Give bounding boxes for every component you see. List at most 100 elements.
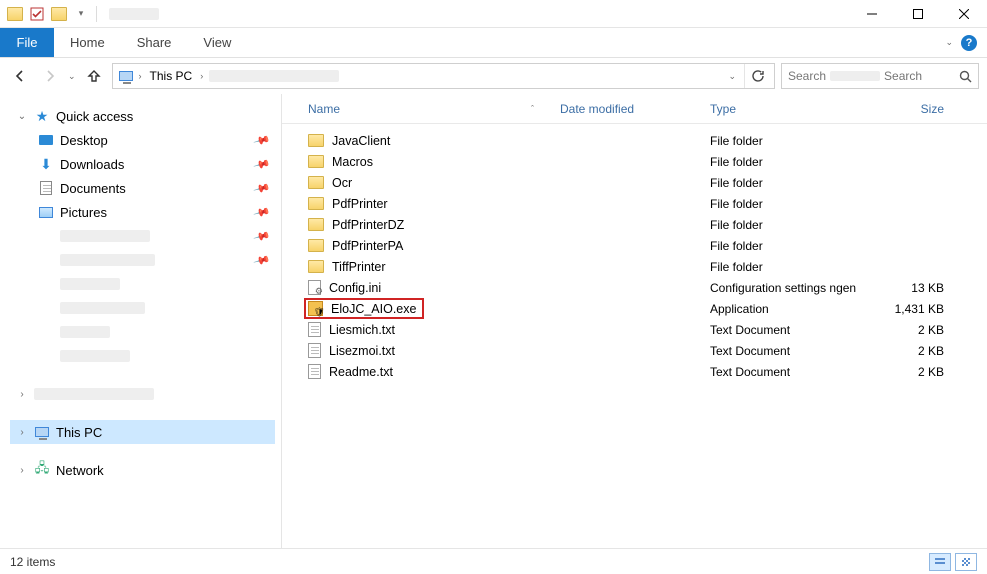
expand-icon[interactable]: › xyxy=(16,465,28,476)
help-icon[interactable]: ? xyxy=(961,35,977,51)
expand-icon[interactable]: › xyxy=(16,427,28,438)
details-view-button[interactable] xyxy=(929,553,951,571)
file-row[interactable]: JavaClientFile folder xyxy=(300,130,987,151)
header-date[interactable]: Date modified xyxy=(552,102,702,116)
nav-recent-item[interactable] xyxy=(10,272,275,296)
file-name: JavaClient xyxy=(332,134,390,148)
forward-button[interactable] xyxy=(38,64,62,88)
file-row[interactable]: PdfPrinterPAFile folder xyxy=(300,235,987,256)
nav-network[interactable]: › Network xyxy=(10,458,275,482)
file-tab[interactable]: File xyxy=(0,28,54,57)
maximize-button[interactable] xyxy=(895,0,941,28)
window-controls xyxy=(849,0,987,28)
nav-group-item[interactable]: › xyxy=(10,382,275,406)
crumb-sep-icon[interactable]: › xyxy=(200,71,203,81)
desktop-icon xyxy=(38,132,54,148)
icons-view-button[interactable] xyxy=(955,553,977,571)
address-history-icon[interactable]: ⌄ xyxy=(728,71,736,82)
qat-dropdown-icon[interactable]: ▾ xyxy=(72,5,90,23)
file-row[interactable]: PdfPrinterFile folder xyxy=(300,193,987,214)
folder-icon xyxy=(38,324,54,340)
file-name: Config.ini xyxy=(329,281,381,295)
address-bar[interactable]: › This PC › ⌄ xyxy=(112,63,775,89)
close-button[interactable] xyxy=(941,0,987,28)
file-row[interactable]: Lisezmoi.txtText Document2 KB xyxy=(300,340,987,361)
file-row[interactable]: Config.ini Configuration settings ngen13 … xyxy=(300,277,987,298)
nav-label: Downloads xyxy=(60,157,124,172)
download-icon: ⬇ xyxy=(38,156,54,172)
nav-pinned-item[interactable]: 📌 xyxy=(10,248,275,272)
nav-downloads[interactable]: ⬇ Downloads 📌 xyxy=(10,152,275,176)
nav-label: This PC xyxy=(56,425,102,440)
nav-item-placeholder xyxy=(60,254,155,266)
header-type[interactable]: Type xyxy=(702,102,872,116)
file-row[interactable]: Readme.txtText Document2 KB xyxy=(300,361,987,382)
expand-icon[interactable]: ⌄ xyxy=(16,111,28,122)
tab-view[interactable]: View xyxy=(187,28,247,57)
nav-recent-item[interactable] xyxy=(10,296,275,320)
breadcrumb-this-pc[interactable]: This PC xyxy=(146,67,197,85)
file-row[interactable]: Liesmich.txtText Document2 KB xyxy=(300,319,987,340)
up-button[interactable] xyxy=(82,64,106,88)
nav-this-pc[interactable]: › This PC xyxy=(10,420,275,444)
nav-desktop[interactable]: Desktop 📌 xyxy=(10,128,275,152)
column-headers: Name ˆ Date modified Type Size xyxy=(282,94,987,124)
nav-recent-item[interactable] xyxy=(10,320,275,344)
crumb-sep-icon[interactable]: › xyxy=(139,71,142,81)
title-bar: ▾ xyxy=(0,0,987,28)
new-folder-qat-icon[interactable] xyxy=(50,5,68,23)
header-size[interactable]: Size xyxy=(872,102,952,116)
file-size: 2 KB xyxy=(872,344,952,358)
network-icon xyxy=(34,462,50,478)
file-list[interactable]: JavaClientFile folderMacrosFile folderOc… xyxy=(282,124,987,548)
file-size: 2 KB xyxy=(872,323,952,337)
file-row[interactable]: MacrosFile folder xyxy=(300,151,987,172)
nav-pinned-item[interactable]: 📌 xyxy=(10,224,275,248)
file-name: Lisezmoi.txt xyxy=(329,344,395,358)
file-name: PdfPrinterPA xyxy=(332,239,403,253)
file-row[interactable]: TiffPrinterFile folder xyxy=(300,256,987,277)
minimize-button[interactable] xyxy=(849,0,895,28)
nav-label: Documents xyxy=(60,181,126,196)
nav-recent-item[interactable] xyxy=(10,344,275,368)
quick-access-icon: ★ xyxy=(34,108,50,124)
nav-documents[interactable]: Documents 📌 xyxy=(10,176,275,200)
tab-share[interactable]: Share xyxy=(121,28,188,57)
search-box[interactable]: Search xyxy=(781,63,979,89)
folder-icon xyxy=(308,197,324,210)
folder-icon xyxy=(308,218,324,231)
status-bar: 12 items xyxy=(0,548,987,574)
nav-quick-access[interactable]: ⌄ ★ Quick access xyxy=(10,104,275,128)
nav-item-placeholder xyxy=(34,388,154,400)
file-type: Configuration settings ngen xyxy=(702,281,872,295)
nav-pictures[interactable]: Pictures 📌 xyxy=(10,200,275,224)
refresh-button[interactable] xyxy=(744,64,770,88)
file-row[interactable]: OcrFile folder xyxy=(300,172,987,193)
header-name[interactable]: Name ˆ xyxy=(300,102,552,116)
back-button[interactable] xyxy=(8,64,32,88)
folder-icon xyxy=(38,348,54,364)
text-file-icon xyxy=(308,364,321,379)
file-name: TiffPrinter xyxy=(332,260,386,274)
file-size: 13 KB xyxy=(872,281,952,295)
file-type: Application xyxy=(702,302,872,316)
tab-home[interactable]: Home xyxy=(54,28,121,57)
search-icon[interactable] xyxy=(959,70,972,83)
pc-icon xyxy=(117,67,135,85)
history-dropdown-icon[interactable]: ⌄ xyxy=(68,71,76,82)
folder-icon xyxy=(38,300,54,316)
content-area: Name ˆ Date modified Type Size JavaClien… xyxy=(282,94,987,548)
ribbon-collapse-icon[interactable]: ⌄ xyxy=(945,37,953,48)
expand-icon[interactable]: › xyxy=(16,389,28,400)
file-name: Liesmich.txt xyxy=(329,323,395,337)
breadcrumb-path-placeholder[interactable] xyxy=(209,70,339,82)
file-type: File folder xyxy=(702,197,872,211)
file-row[interactable]: PdfPrinterDZFile folder xyxy=(300,214,987,235)
nav-item-placeholder xyxy=(60,278,120,290)
item-count: 12 items xyxy=(10,555,55,569)
window-folder-icon xyxy=(6,5,24,23)
properties-qat-icon[interactable] xyxy=(28,5,46,23)
search-input[interactable] xyxy=(884,69,955,83)
file-row[interactable]: EloJC_AIO.exeApplication1,431 KB xyxy=(300,298,987,319)
pin-icon: 📌 xyxy=(253,179,271,197)
